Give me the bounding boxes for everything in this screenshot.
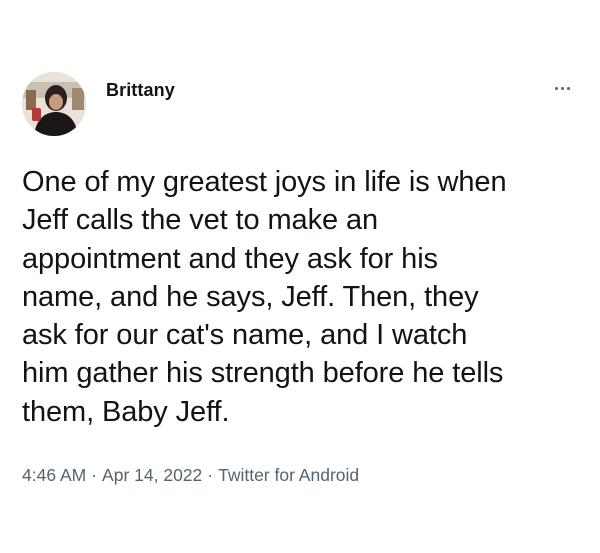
tweet-card: Brittany One of my greatest joys in life… [0, 0, 600, 553]
meta-separator: · [207, 465, 214, 485]
tweet-source[interactable]: Twitter for Android [218, 465, 359, 485]
tweet-text-line: name, and he says, Jeff. Then, they [22, 280, 479, 313]
more-options-button[interactable] [548, 78, 576, 98]
tweet-text-line: Jeff calls the vet to make an [22, 204, 379, 237]
tweet-text-line: ask for our cat's name, and I watch [22, 319, 468, 352]
tweet-text-line: him gather his strength before he tells [22, 357, 504, 390]
more-horizontal-icon [554, 86, 570, 90]
tweet-meta: 4:46 AM · Apr 14, 2022 · Twitter for Android [22, 465, 359, 486]
avatar-photo [22, 72, 86, 136]
tweet-header: Brittany [22, 72, 578, 142]
avatar[interactable] [22, 72, 86, 136]
tweet-text-line: appointment and they ask for his [22, 242, 438, 275]
tweet-text-line: them, Baby Jeff. [22, 395, 230, 428]
tweet-time[interactable]: 4:46 AM [22, 465, 86, 485]
author-name[interactable]: Brittany [106, 80, 175, 101]
meta-separator: · [91, 465, 98, 485]
tweet-text: One of my greatest joys in life is when … [22, 163, 582, 431]
tweet-date[interactable]: Apr 14, 2022 [102, 465, 202, 485]
tweet-text-line: One of my greatest joys in life is when [22, 166, 507, 198]
